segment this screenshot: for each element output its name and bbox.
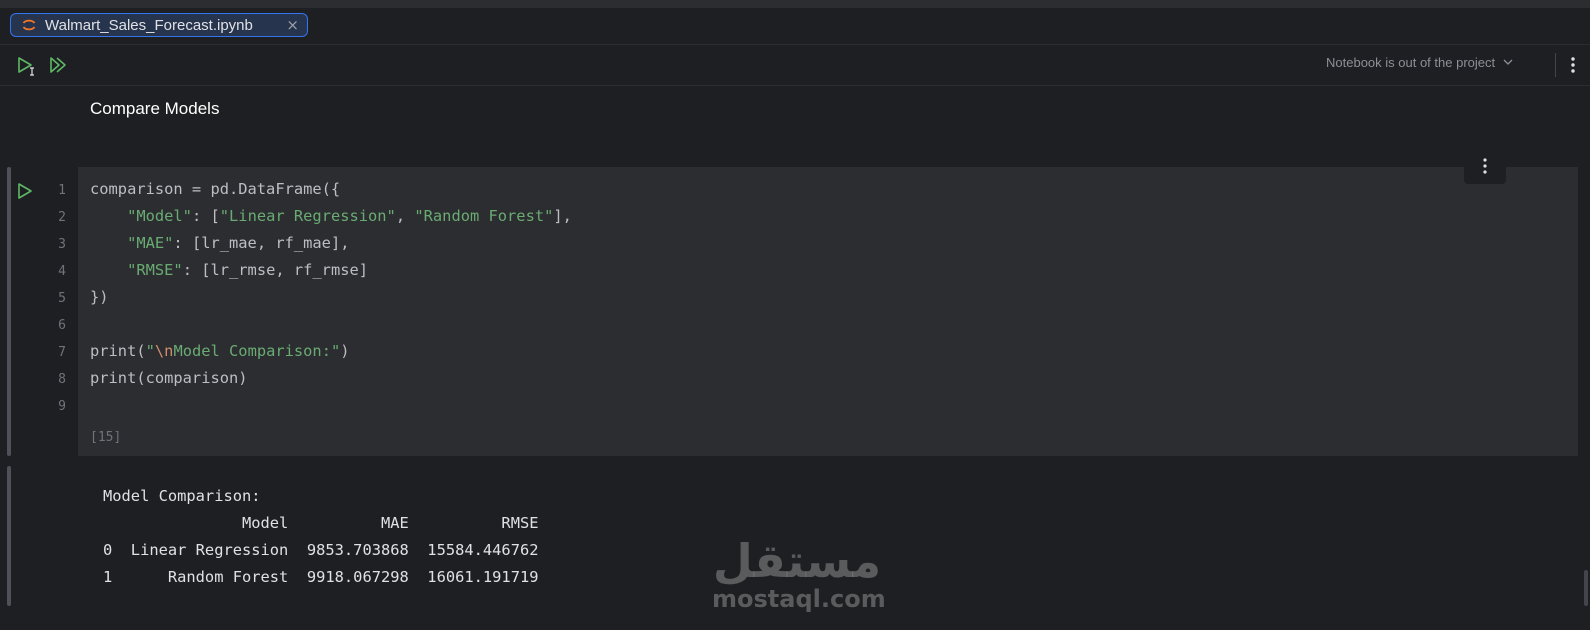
code-line-2[interactable]: "Model": ["Linear Regression", "Random F… — [90, 207, 572, 225]
more-options-icon — [1482, 157, 1488, 179]
code-line-3[interactable]: "MAE": [lr_mae, rf_mae], — [90, 234, 349, 252]
watermark-latin: mostaql.com — [712, 585, 886, 613]
code-text: }) — [90, 288, 109, 306]
window-top-strip — [0, 0, 1590, 8]
close-icon[interactable]: × — [286, 16, 299, 34]
string-literal: "Linear Regression" — [219, 207, 396, 225]
code-text: print(comparison) — [90, 369, 248, 387]
string-literal: "Random Forest" — [414, 207, 554, 225]
line-number: 8 — [58, 372, 66, 387]
jupyter-icon — [21, 17, 37, 33]
code-text: : [ — [191, 207, 220, 225]
watermark-arabic: مستقل — [712, 534, 882, 588]
code-line-8[interactable]: print(comparison) — [90, 369, 248, 387]
tab-title: Walmart_Sales_Forecast.ipynb — [45, 16, 253, 34]
code-text: ) — [340, 342, 350, 360]
chevron-down-icon — [1503, 55, 1513, 70]
code-text: ], — [553, 207, 572, 225]
run-all-icon[interactable] — [48, 55, 68, 75]
markdown-heading: Compare Models — [90, 99, 220, 118]
line-number: 6 — [58, 318, 66, 333]
execution-count: [15] — [90, 430, 122, 445]
output-line: Model Comparison: — [103, 487, 261, 505]
line-number: 4 — [58, 264, 66, 279]
string-literal: " — [145, 342, 155, 360]
output-line: Model MAE RMSE — [103, 514, 539, 532]
vertical-scrollbar[interactable] — [1584, 570, 1588, 606]
notebook-status-dropdown[interactable]: Notebook is out of the project — [1326, 55, 1513, 70]
line-number: 9 — [58, 399, 66, 414]
code-text: : [lr_mae, rf_mae], — [173, 234, 350, 252]
output-line: 0 Linear Regression 9853.703868 15584.44… — [103, 541, 539, 559]
notebook-status-label: Notebook is out of the project — [1326, 55, 1496, 70]
code-text: print( — [90, 342, 146, 360]
cell-menu-button[interactable] — [1464, 152, 1506, 184]
run-cell-icon[interactable] — [16, 55, 38, 77]
escape-sequence: \n — [154, 342, 174, 360]
mostaql-watermark: مستقل mostaql.com — [712, 534, 886, 616]
string-literal: Model Comparison:" — [173, 342, 341, 360]
code-text: comparison = pd.DataFrame({ — [90, 180, 341, 198]
editor-tab-bar: Walmart_Sales_Forecast.ipynb × — [0, 8, 1590, 45]
string-literal: "Model" — [127, 207, 192, 225]
code-line-4[interactable]: "RMSE": [lr_rmse, rf_rmse] — [90, 261, 368, 279]
notebook-toolbar: Notebook is out of the project — [0, 45, 1590, 86]
string-literal: "MAE" — [127, 234, 174, 252]
tab-notebook-file[interactable]: Walmart_Sales_Forecast.ipynb × — [10, 13, 308, 37]
line-number: 3 — [58, 237, 66, 252]
toolbar-divider — [1555, 53, 1556, 77]
output-line: 1 Random Forest 9918.067298 16061.191719 — [103, 568, 539, 586]
string-literal: "RMSE" — [127, 261, 183, 279]
more-options-icon[interactable] — [1568, 54, 1578, 76]
output-selection-bar — [7, 466, 11, 606]
line-number: 5 — [58, 291, 66, 306]
line-number: 1 — [58, 183, 66, 198]
run-cell-gutter-icon[interactable] — [16, 182, 34, 200]
code-line-5[interactable]: }) — [90, 288, 109, 306]
code-line-7[interactable]: print("\nModel Comparison:") — [90, 342, 350, 360]
code-text: : [lr_rmse, rf_rmse] — [182, 261, 369, 279]
code-text: , — [395, 207, 415, 225]
line-number: 2 — [58, 210, 66, 225]
code-line-1[interactable]: comparison = pd.DataFrame({ — [90, 180, 340, 198]
line-number: 7 — [58, 345, 66, 360]
cell-selection-bar — [7, 167, 11, 456]
